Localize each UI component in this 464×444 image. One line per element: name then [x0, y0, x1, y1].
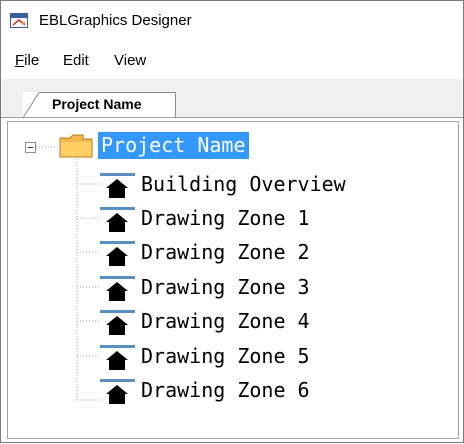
- tree-node[interactable]: Building Overview: [100, 169, 440, 201]
- tree-node-label: Drawing Zone 6: [141, 378, 310, 402]
- house-icon: [100, 207, 135, 232]
- tree-node[interactable]: Drawing Zone 6: [100, 375, 440, 407]
- tree-root-label[interactable]: Project Name: [98, 132, 249, 159]
- tree-node-label: Drawing Zone 4: [141, 309, 310, 333]
- tree-node-label: Drawing Zone 1: [141, 206, 310, 230]
- tree-node[interactable]: Drawing Zone 2: [100, 237, 440, 269]
- house-icon: [100, 379, 135, 404]
- house-icon: [100, 241, 135, 266]
- folder-icon: [59, 134, 93, 158]
- tree-node-label: Drawing Zone 2: [141, 240, 310, 264]
- tree-node[interactable]: Drawing Zone 5: [100, 341, 440, 373]
- house-icon: [100, 276, 135, 301]
- tree-node-label: Drawing Zone 3: [141, 275, 310, 299]
- tree-node-label: Drawing Zone 5: [141, 344, 310, 368]
- house-icon: [100, 173, 135, 198]
- tree-node[interactable]: Drawing Zone 1: [100, 203, 440, 235]
- tree-node[interactable]: Drawing Zone 4: [100, 306, 440, 338]
- tree-node[interactable]: Drawing Zone 3: [100, 272, 440, 304]
- app-window: EBLGraphics Designer File Edit View Proj…: [0, 0, 464, 443]
- tree-node-label: Building Overview: [141, 172, 346, 196]
- house-icon: [100, 345, 135, 370]
- house-icon: [100, 310, 135, 335]
- collapse-toggle[interactable]: [25, 142, 36, 153]
